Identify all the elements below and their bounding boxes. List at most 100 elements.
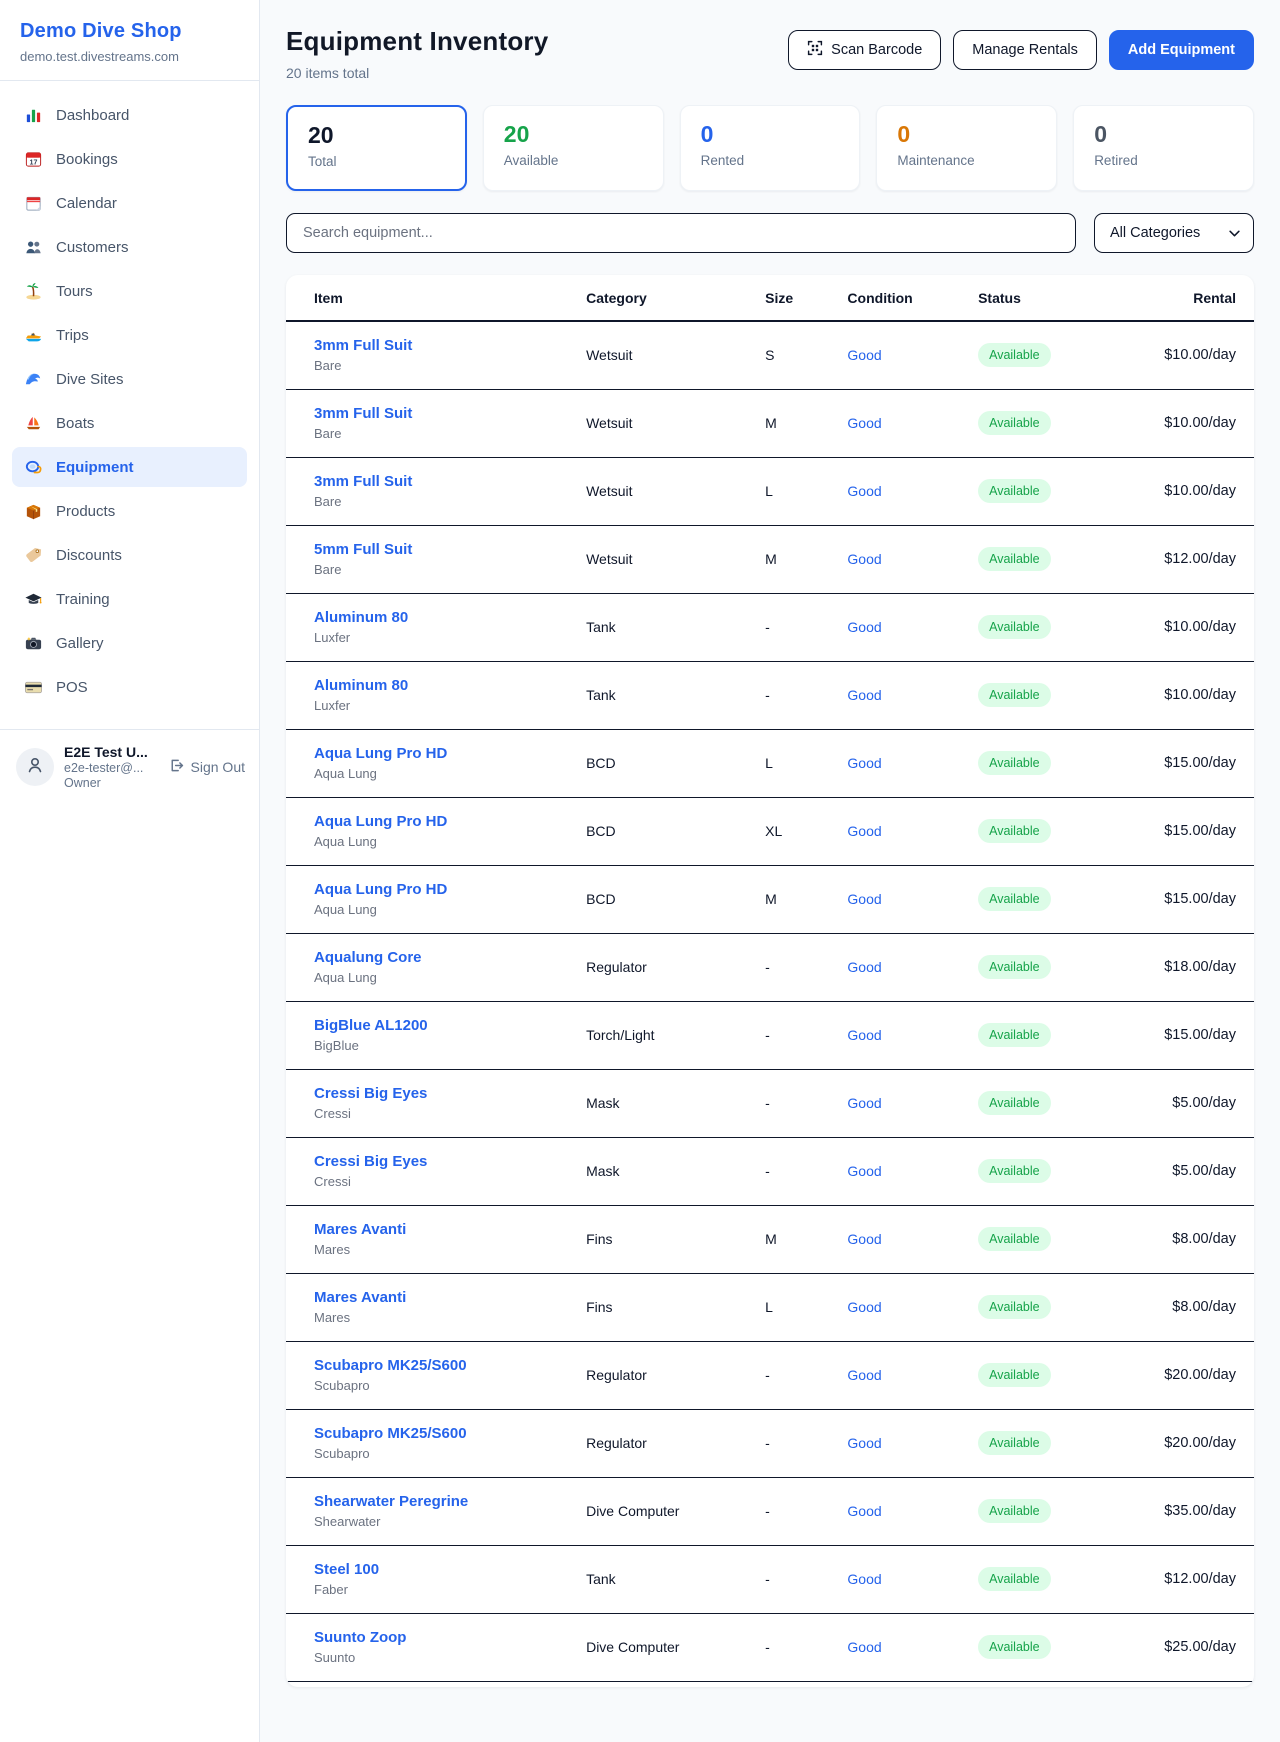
item-name-link[interactable]: Scubapro MK25/S600 [314,1357,467,1374]
item-name-link[interactable]: Scubapro MK25/S600 [314,1425,467,1442]
item-brand: Shearwater [314,1514,586,1529]
brand-domain: demo.test.divestreams.com [20,49,239,64]
sidebar-item-trips[interactable]: Trips [12,315,247,355]
item-brand: Aqua Lung [314,902,586,917]
table-row: Cressi Big Eyes Cressi Mask - Good Avail… [286,1069,1254,1137]
stat-card-rented[interactable]: 0 Rented [680,105,861,191]
item-name-link[interactable]: Shearwater Peregrine [314,1493,468,1510]
item-brand: Mares [314,1242,586,1257]
add-equipment-button[interactable]: Add Equipment [1109,30,1254,70]
status-badge: Available [978,1567,1051,1591]
table-row: Aqua Lung Pro HD Aqua Lung BCD M Good Av… [286,865,1254,933]
condition-link[interactable]: Good [847,687,881,703]
scan-barcode-label: Scan Barcode [831,42,922,58]
sidebar-item-tours[interactable]: Tours [12,271,247,311]
logout-icon [168,757,185,777]
item-name-link[interactable]: Steel 100 [314,1561,379,1578]
sidebar-item-products[interactable]: Products [12,491,247,531]
item-size: - [765,661,847,729]
item-brand: Suunto [314,1650,586,1665]
condition-link[interactable]: Good [847,959,881,975]
sidebar-item-training[interactable]: Training [12,579,247,619]
item-size: - [765,1477,847,1545]
item-rental: $15.00/day [1114,729,1254,797]
item-name-link[interactable]: Aqua Lung Pro HD [314,881,447,898]
condition-link[interactable]: Good [847,551,881,567]
sidebar-item-bookings[interactable]: 17 Bookings [12,139,247,179]
item-name-link[interactable]: Aluminum 80 [314,677,408,694]
stat-card-maintenance[interactable]: 0 Maintenance [876,105,1057,191]
condition-link[interactable]: Good [847,1163,881,1179]
sign-out-button[interactable]: Sign Out [168,757,245,777]
sidebar-item-gallery[interactable]: Gallery [12,623,247,663]
item-name-link[interactable]: BigBlue AL1200 [314,1017,428,1034]
condition-link[interactable]: Good [847,619,881,635]
category-select[interactable]: All Categories [1094,213,1254,253]
condition-link[interactable]: Good [847,1027,881,1043]
item-size: M [765,1205,847,1273]
manage-rentals-button[interactable]: Manage Rentals [953,30,1097,70]
condition-link[interactable]: Good [847,1435,881,1451]
condition-link[interactable]: Good [847,415,881,431]
scan-barcode-button[interactable]: Scan Barcode [788,30,941,70]
item-brand: BigBlue [314,1038,586,1053]
sidebar-item-dashboard[interactable]: Dashboard [12,95,247,135]
condition-link[interactable]: Good [847,483,881,499]
condition-link[interactable]: Good [847,823,881,839]
item-name-link[interactable]: Aqua Lung Pro HD [314,745,447,762]
item-name-link[interactable]: Suunto Zoop [314,1629,406,1646]
item-size: - [765,1545,847,1613]
search-input[interactable] [286,213,1076,253]
item-category: Tank [586,1545,765,1613]
table-row: BigBlue AL1200 BigBlue Torch/Light - Goo… [286,1001,1254,1069]
item-name-link[interactable]: Aqua Lung Pro HD [314,813,447,830]
item-name-link[interactable]: Mares Avanti [314,1289,406,1306]
item-name-link[interactable]: 3mm Full Suit [314,337,412,354]
condition-link[interactable]: Good [847,1367,881,1383]
item-brand: Scubapro [314,1378,586,1393]
item-brand: Aqua Lung [314,970,586,985]
item-name-link[interactable]: Cressi Big Eyes [314,1085,427,1102]
item-name-link[interactable]: Aqualung Core [314,949,422,966]
condition-link[interactable]: Good [847,1231,881,1247]
condition-link[interactable]: Good [847,1299,881,1315]
filter-bar: All Categories [286,213,1254,253]
avatar [16,748,54,786]
item-name-link[interactable]: Cressi Big Eyes [314,1153,427,1170]
item-brand: Mares [314,1310,586,1325]
sidebar-item-label: Products [56,503,115,520]
item-name-link[interactable]: 3mm Full Suit [314,405,412,422]
item-name-link[interactable]: 5mm Full Suit [314,541,412,558]
sidebar-item-boats[interactable]: Boats [12,403,247,443]
stat-card-available[interactable]: 20 Available [483,105,664,191]
sidebar-item-discounts[interactable]: Discounts [12,535,247,575]
status-badge: Available [978,751,1051,775]
table-row: Mares Avanti Mares Fins M Good Available… [286,1205,1254,1273]
header-actions: Scan Barcode Manage Rentals Add Equipmen… [788,30,1254,70]
stat-value: 0 [701,121,840,148]
sidebar-item-customers[interactable]: Customers [12,227,247,267]
sidebar-item-equipment[interactable]: Equipment [12,447,247,487]
item-rental: $10.00/day [1114,389,1254,457]
table-row: Mares Avanti Mares Fins L Good Available… [286,1273,1254,1341]
stat-card-total[interactable]: 20 Total [286,105,467,191]
condition-link[interactable]: Good [847,891,881,907]
sidebar-item-label: Calendar [56,195,117,212]
stat-card-retired[interactable]: 0 Retired [1073,105,1254,191]
item-name-link[interactable]: 3mm Full Suit [314,473,412,490]
item-name-link[interactable]: Mares Avanti [314,1221,406,1238]
condition-link[interactable]: Good [847,1095,881,1111]
condition-link[interactable]: Good [847,755,881,771]
item-brand: Faber [314,1582,586,1597]
sidebar-item-dive-sites[interactable]: Dive Sites [12,359,247,399]
item-rental: $10.00/day [1114,593,1254,661]
item-rental: $8.00/day [1114,1273,1254,1341]
condition-link[interactable]: Good [847,1571,881,1587]
brand-name: Demo Dive Shop [20,20,239,43]
condition-link[interactable]: Good [847,1503,881,1519]
condition-link[interactable]: Good [847,347,881,363]
sidebar-item-pos[interactable]: POS [12,667,247,707]
item-name-link[interactable]: Aluminum 80 [314,609,408,626]
sidebar-item-calendar[interactable]: Calendar [12,183,247,223]
condition-link[interactable]: Good [847,1639,881,1655]
